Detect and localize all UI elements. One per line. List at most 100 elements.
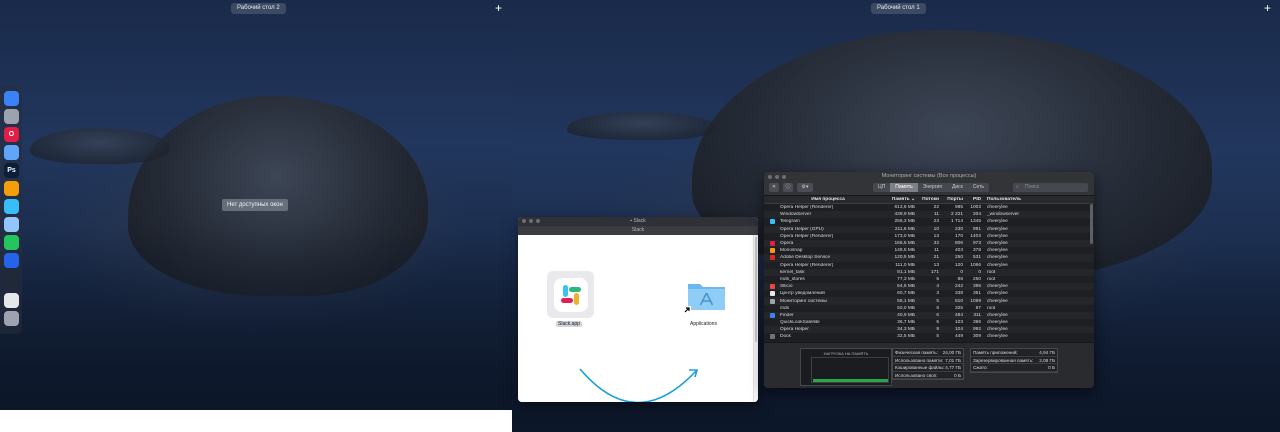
tab-0[interactable]: ЦП bbox=[873, 183, 890, 192]
cell-threads: 5 bbox=[936, 276, 939, 282]
stop-process-button[interactable]: ✕ bbox=[769, 183, 779, 192]
cell-name: Telegram bbox=[780, 219, 800, 225]
add-space-icon[interactable]: + bbox=[1264, 1, 1271, 15]
tab-3[interactable]: Диск bbox=[947, 183, 968, 192]
cell-memory: 166,5 МБ bbox=[894, 241, 915, 247]
space-label-right[interactable]: Рабочий стол 1 bbox=[871, 3, 926, 14]
cell-memory: 64,5 МБ bbox=[897, 284, 915, 290]
cell-ports: 2 221 bbox=[950, 212, 963, 218]
info-button[interactable]: ⓘ bbox=[783, 183, 793, 192]
table-row[interactable]: Finder 40,9 МБ 6 484 311 cheerylee bbox=[764, 311, 1094, 319]
tab-4[interactable]: Сеть bbox=[968, 183, 989, 192]
photoshop-icon[interactable]: Ps bbox=[4, 163, 19, 178]
cell-threads: 11 bbox=[934, 248, 939, 254]
app-icon bbox=[769, 255, 775, 261]
cell-name: Opera Helper (Renderer) bbox=[780, 233, 834, 239]
applications-folder-label[interactable]: Applications bbox=[690, 321, 717, 327]
cell-ports: 403 bbox=[954, 248, 963, 254]
cell-user: cheerylee bbox=[987, 298, 1008, 304]
table-row[interactable]: Opera Helper (Renderer) 613,6 МБ 22 985 1003… bbox=[764, 204, 1094, 212]
tab-1[interactable]: Память bbox=[890, 183, 918, 192]
trash-icon[interactable] bbox=[4, 311, 19, 326]
table-row[interactable]: Monosnap 148,5 МБ 11 403 378 cheerylee bbox=[764, 247, 1094, 255]
stat-row: Физическая память: 24,00 ГБ bbox=[893, 349, 963, 357]
table-row[interactable]: mds 50,0 МБ 8 325 87 root bbox=[764, 304, 1094, 312]
cell-threads: 13 bbox=[933, 262, 939, 268]
table-row[interactable]: QuickLookSatellite 36,7 МБ 5 103 396 cheeryle… bbox=[764, 319, 1094, 327]
mail-icon[interactable] bbox=[4, 145, 19, 160]
cell-name: Sllicio bbox=[780, 284, 793, 290]
cell-name: Adobe Desktop Service bbox=[780, 255, 831, 261]
stat-value: 2,08 ГБ bbox=[1039, 357, 1055, 363]
table-row[interactable]: WindowServer 439,9 МБ 11 2 221 204 _windowser… bbox=[764, 211, 1094, 219]
table-row[interactable]: Telegram 256,3 МБ 23 1 714 1345 cheerylee bbox=[764, 218, 1094, 226]
slack-app-icon[interactable] bbox=[547, 271, 594, 318]
column-header-pid[interactable]: PID bbox=[966, 196, 984, 203]
finder-doc-icon[interactable] bbox=[4, 293, 19, 308]
table-header: Имя процесса Память ⌄ Потоки Порты PID П… bbox=[764, 196, 1094, 204]
cell-name: Monosnap bbox=[780, 248, 803, 254]
column-header-memory[interactable]: Память ⌄ bbox=[876, 196, 918, 203]
dock: O Ps bbox=[0, 86, 22, 334]
slack-dmg-window[interactable]: ▪ Slack Slack Slack.app Applications bbox=[518, 217, 758, 402]
add-space-icon[interactable]: + bbox=[495, 1, 502, 15]
memory-stats-primary: Физическая память: 24,00 ГБ Использовано п… bbox=[892, 348, 964, 380]
cell-memory: 613,6 МБ bbox=[894, 205, 915, 211]
table-row[interactable]: Центр уведомлений 60,7 МБ 3 338 351 cheerylee bbox=[764, 290, 1094, 298]
cell-name: Центр уведомлений bbox=[780, 291, 825, 297]
stat-value: 4,94 ГБ bbox=[1039, 350, 1055, 355]
table-row[interactable]: Opera Helper (GPU) 211,6 МБ 10 230 991 cheery… bbox=[764, 225, 1094, 233]
table-row[interactable]: kernel_task 81,1 МБ 171 0 0 root bbox=[764, 268, 1094, 276]
table-row[interactable]: Opera Helper 34,3 МБ 9 104 992 cheerylee bbox=[764, 326, 1094, 334]
cell-memory: 211,6 МБ bbox=[894, 226, 915, 232]
telegram-icon[interactable] bbox=[4, 199, 19, 214]
cell-pid: 1345 bbox=[970, 219, 981, 225]
cell-user: cheerylee bbox=[987, 226, 1008, 232]
column-header-name[interactable]: Имя процесса bbox=[780, 196, 876, 203]
cell-pid: 531 bbox=[972, 255, 981, 261]
finder-icon[interactable] bbox=[4, 91, 19, 106]
launchpad-icon[interactable] bbox=[4, 109, 19, 124]
window-tab[interactable]: Slack bbox=[518, 226, 758, 235]
vertical-scrollbar[interactable] bbox=[753, 235, 758, 402]
cell-pid: 973 bbox=[972, 241, 981, 247]
opera-icon[interactable]: O bbox=[4, 127, 19, 142]
window-titlebar[interactable]: ▪ Slack bbox=[518, 217, 758, 226]
cell-name: kernel_task bbox=[780, 269, 805, 275]
table-row[interactable]: Opera Helper (Renderer) 173,0 МБ 13 170 1403… bbox=[764, 232, 1094, 240]
slack-app-label[interactable]: Slack.app bbox=[556, 321, 582, 327]
space-label-left[interactable]: Рабочий стол 2 bbox=[231, 3, 286, 14]
stat-value: 24,00 ГБ bbox=[942, 350, 961, 355]
cell-user: cheerylee bbox=[987, 205, 1008, 211]
column-header-user[interactable]: Пользователь bbox=[984, 196, 1034, 203]
vscode-icon[interactable] bbox=[4, 253, 19, 268]
table-row[interactable]: Sllicio 64,5 МБ 4 242 395 cheerylee bbox=[764, 283, 1094, 291]
activity-monitor-window[interactable]: Мониторинг системы (Все процессы) ✕ ⓘ ⚙▾… bbox=[764, 172, 1094, 388]
column-header-ports[interactable]: Порты bbox=[942, 196, 966, 203]
table-row[interactable]: Dock 32,5 МБ 5 449 309 cheerylee bbox=[764, 333, 1094, 341]
table-row[interactable]: Opera Helper (Renderer) 111,0 МБ 13 120 1066… bbox=[764, 261, 1094, 269]
search-input[interactable]: ⌕ Поиск bbox=[1013, 183, 1088, 192]
vertical-scrollbar[interactable] bbox=[1090, 204, 1093, 244]
table-row[interactable]: Adobe Desktop Service 120,5 МБ 21 250 531 che… bbox=[764, 254, 1094, 262]
tab-2[interactable]: Энергия bbox=[918, 183, 947, 192]
wallpaper-sea bbox=[0, 225, 512, 410]
process-table: Имя процесса Память ⌄ Потоки Порты PID П… bbox=[764, 196, 1094, 342]
cell-ports: 1 714 bbox=[950, 219, 963, 225]
blender-icon[interactable] bbox=[4, 181, 19, 196]
column-header-threads[interactable]: Потоки bbox=[918, 196, 942, 203]
table-row[interactable]: Opera 166,5 МБ 32 806 973 cheerylee bbox=[764, 239, 1094, 248]
spotify-icon[interactable] bbox=[4, 235, 19, 250]
applications-folder-icon[interactable] bbox=[686, 278, 727, 312]
preview-icon[interactable] bbox=[4, 217, 19, 232]
table-row[interactable]: Мониторинг системы 55,1 МБ 5 810 1099 cheeryl… bbox=[764, 297, 1094, 305]
cell-threads: 171 bbox=[930, 269, 939, 275]
table-row[interactable]: mds_stores 77,3 МБ 5 88 250 root bbox=[764, 275, 1094, 284]
gear-icon[interactable]: ⚙▾ bbox=[797, 183, 813, 192]
cell-pid: 1066 bbox=[970, 262, 981, 268]
desktop-2[interactable]: Рабочий стол 2 + O Ps Нет доступных окон bbox=[0, 0, 512, 410]
stat-row: Использовано памяти: 7,01 ГБ bbox=[893, 357, 963, 364]
activity-monitor-icon[interactable] bbox=[4, 271, 19, 286]
cell-threads: 21 bbox=[933, 255, 939, 261]
cell-pid: 204 bbox=[972, 212, 981, 218]
